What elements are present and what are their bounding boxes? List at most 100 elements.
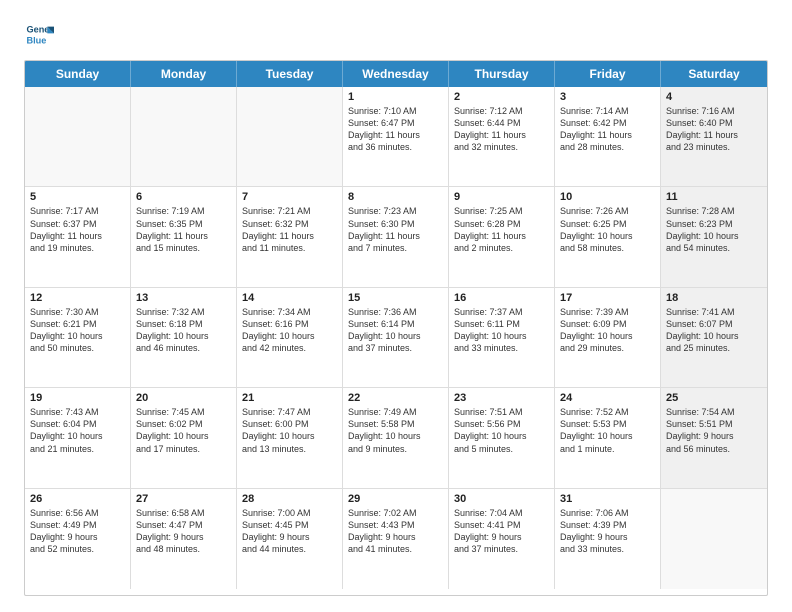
day-number: 12 [30, 292, 125, 304]
day-number: 15 [348, 292, 443, 304]
header-day-sunday: Sunday [25, 61, 131, 87]
calendar-cell: 24Sunrise: 7:52 AM Sunset: 5:53 PM Dayli… [555, 388, 661, 487]
calendar-cell: 28 Sunrise: 7:00 AM Sunset: 4:45 PM Dayli… [237, 489, 343, 589]
calendar-cell: 4 Sunrise: 7:16 AM Sunset: 6:40 PM Daylig… [661, 87, 767, 186]
day-number: 17 [560, 292, 655, 304]
day-info: Sunrise: 7:54 AM Sunset: 5:51 PM Dayligh… [666, 406, 762, 455]
header-day-friday: Friday [555, 61, 661, 87]
calendar-cell: 18 Sunrise: 7:41 AM Sunset: 6:07 PM Dayli… [661, 288, 767, 387]
header-day-monday: Monday [131, 61, 237, 87]
calendar-row-2: 5 Sunrise: 7:17 AM Sunset: 6:37 PM Daylig… [25, 187, 767, 287]
day-number: 16 [454, 292, 549, 304]
day-number: 6 [136, 191, 231, 203]
day-info: Sunrise: 7:00 AM Sunset: 4:45 PM Dayligh… [242, 507, 337, 556]
calendar-header: SundayMondayTuesdayWednesdayThursdayFrid… [25, 61, 767, 87]
calendar-cell: 6 Sunrise: 7:19 AM Sunset: 6:35 PM Daylig… [131, 187, 237, 286]
day-number: 1 [348, 91, 443, 103]
day-number: 2 [454, 91, 549, 103]
calendar-cell: 13Sunrise: 7:32 AM Sunset: 6:18 PM Dayli… [131, 288, 237, 387]
day-info: Sunrise: 7:23 AM Sunset: 6:30 PM Dayligh… [348, 205, 443, 254]
day-info: Sunrise: 7:28 AM Sunset: 6:23 PM Dayligh… [666, 205, 762, 254]
day-number: 14 [242, 292, 337, 304]
day-info: Sunrise: 7:36 AM Sunset: 6:14 PM Dayligh… [348, 306, 443, 355]
day-info: Sunrise: 7:21 AM Sunset: 6:32 PM Dayligh… [242, 205, 337, 254]
day-info: Sunrise: 7:43 AM Sunset: 6:04 PM Dayligh… [30, 406, 125, 455]
calendar-cell: 16 Sunrise: 7:37 AM Sunset: 6:11 PM Dayli… [449, 288, 555, 387]
calendar-cell [661, 489, 767, 589]
calendar-cell: 19 Sunrise: 7:43 AM Sunset: 6:04 PM Dayli… [25, 388, 131, 487]
calendar-cell: 20 Sunrise: 7:45 AM Sunset: 6:02 PM Dayli… [131, 388, 237, 487]
header-day-saturday: Saturday [661, 61, 767, 87]
header-day-wednesday: Wednesday [343, 61, 449, 87]
day-info: Sunrise: 7:16 AM Sunset: 6:40 PM Dayligh… [666, 105, 762, 154]
calendar-row-1: 1Sunrise: 7:10 AM Sunset: 6:47 PM Daylig… [25, 87, 767, 187]
day-info: Sunrise: 7:49 AM Sunset: 5:58 PM Dayligh… [348, 406, 443, 455]
day-number: 10 [560, 191, 655, 203]
logo-icon: General Blue [24, 20, 54, 50]
day-number: 26 [30, 493, 125, 505]
calendar-cell: 9Sunrise: 7:25 AM Sunset: 6:28 PM Daylig… [449, 187, 555, 286]
day-number: 22 [348, 392, 443, 404]
day-info: Sunrise: 7:26 AM Sunset: 6:25 PM Dayligh… [560, 205, 655, 254]
calendar-cell: 5 Sunrise: 7:17 AM Sunset: 6:37 PM Daylig… [25, 187, 131, 286]
calendar-row-4: 19 Sunrise: 7:43 AM Sunset: 6:04 PM Dayli… [25, 388, 767, 488]
calendar-row-5: 26Sunrise: 6:56 AM Sunset: 4:49 PM Dayli… [25, 489, 767, 589]
svg-text:Blue: Blue [27, 35, 47, 45]
day-info: Sunrise: 7:04 AM Sunset: 4:41 PM Dayligh… [454, 507, 549, 556]
calendar-cell: 12 Sunrise: 7:30 AM Sunset: 6:21 PM Dayli… [25, 288, 131, 387]
day-info: Sunrise: 7:19 AM Sunset: 6:35 PM Dayligh… [136, 205, 231, 254]
calendar-cell: 27 Sunrise: 6:58 AM Sunset: 4:47 PM Dayli… [131, 489, 237, 589]
day-number: 4 [666, 91, 762, 103]
calendar-cell: 15 Sunrise: 7:36 AM Sunset: 6:14 PM Dayli… [343, 288, 449, 387]
calendar-cell: 1Sunrise: 7:10 AM Sunset: 6:47 PM Daylig… [343, 87, 449, 186]
calendar-cell: 25 Sunrise: 7:54 AM Sunset: 5:51 PM Dayli… [661, 388, 767, 487]
day-number: 27 [136, 493, 231, 505]
day-info: Sunrise: 7:37 AM Sunset: 6:11 PM Dayligh… [454, 306, 549, 355]
calendar-cell [131, 87, 237, 186]
day-number: 21 [242, 392, 337, 404]
day-info: Sunrise: 7:12 AM Sunset: 6:44 PM Dayligh… [454, 105, 549, 154]
day-number: 31 [560, 493, 655, 505]
calendar-cell [237, 87, 343, 186]
day-number: 30 [454, 493, 549, 505]
day-info: Sunrise: 7:47 AM Sunset: 6:00 PM Dayligh… [242, 406, 337, 455]
day-number: 9 [454, 191, 549, 203]
day-info: Sunrise: 6:58 AM Sunset: 4:47 PM Dayligh… [136, 507, 231, 556]
calendar-row-3: 12 Sunrise: 7:30 AM Sunset: 6:21 PM Dayli… [25, 288, 767, 388]
calendar-cell [25, 87, 131, 186]
calendar: SundayMondayTuesdayWednesdayThursdayFrid… [24, 60, 768, 596]
day-info: Sunrise: 7:39 AM Sunset: 6:09 PM Dayligh… [560, 306, 655, 355]
day-number: 29 [348, 493, 443, 505]
day-info: Sunrise: 7:30 AM Sunset: 6:21 PM Dayligh… [30, 306, 125, 355]
calendar-cell: 17 Sunrise: 7:39 AM Sunset: 6:09 PM Dayli… [555, 288, 661, 387]
day-number: 25 [666, 392, 762, 404]
day-number: 7 [242, 191, 337, 203]
calendar-body: 1Sunrise: 7:10 AM Sunset: 6:47 PM Daylig… [25, 87, 767, 589]
day-number: 13 [136, 292, 231, 304]
day-info: Sunrise: 7:02 AM Sunset: 4:43 PM Dayligh… [348, 507, 443, 556]
day-number: 8 [348, 191, 443, 203]
header-day-tuesday: Tuesday [237, 61, 343, 87]
day-number: 20 [136, 392, 231, 404]
header: General Blue [24, 20, 768, 50]
calendar-cell: 21 Sunrise: 7:47 AM Sunset: 6:00 PM Dayli… [237, 388, 343, 487]
calendar-cell: 14 Sunrise: 7:34 AM Sunset: 6:16 PM Dayli… [237, 288, 343, 387]
day-info: Sunrise: 7:34 AM Sunset: 6:16 PM Dayligh… [242, 306, 337, 355]
day-number: 19 [30, 392, 125, 404]
calendar-cell: 23Sunrise: 7:51 AM Sunset: 5:56 PM Dayli… [449, 388, 555, 487]
calendar-cell: 3Sunrise: 7:14 AM Sunset: 6:42 PM Daylig… [555, 87, 661, 186]
calendar-cell: 30 Sunrise: 7:04 AM Sunset: 4:41 PM Dayli… [449, 489, 555, 589]
calendar-cell: 29 Sunrise: 7:02 AM Sunset: 4:43 PM Dayli… [343, 489, 449, 589]
page: General Blue SundayMondayTuesdayWednesda… [0, 0, 792, 612]
day-info: Sunrise: 7:45 AM Sunset: 6:02 PM Dayligh… [136, 406, 231, 455]
calendar-cell: 31Sunrise: 7:06 AM Sunset: 4:39 PM Dayli… [555, 489, 661, 589]
calendar-cell: 26Sunrise: 6:56 AM Sunset: 4:49 PM Dayli… [25, 489, 131, 589]
day-number: 5 [30, 191, 125, 203]
day-number: 28 [242, 493, 337, 505]
day-number: 18 [666, 292, 762, 304]
calendar-cell: 11Sunrise: 7:28 AM Sunset: 6:23 PM Dayli… [661, 187, 767, 286]
day-info: Sunrise: 7:41 AM Sunset: 6:07 PM Dayligh… [666, 306, 762, 355]
calendar-cell: 7 Sunrise: 7:21 AM Sunset: 6:32 PM Daylig… [237, 187, 343, 286]
day-info: Sunrise: 7:17 AM Sunset: 6:37 PM Dayligh… [30, 205, 125, 254]
day-number: 23 [454, 392, 549, 404]
